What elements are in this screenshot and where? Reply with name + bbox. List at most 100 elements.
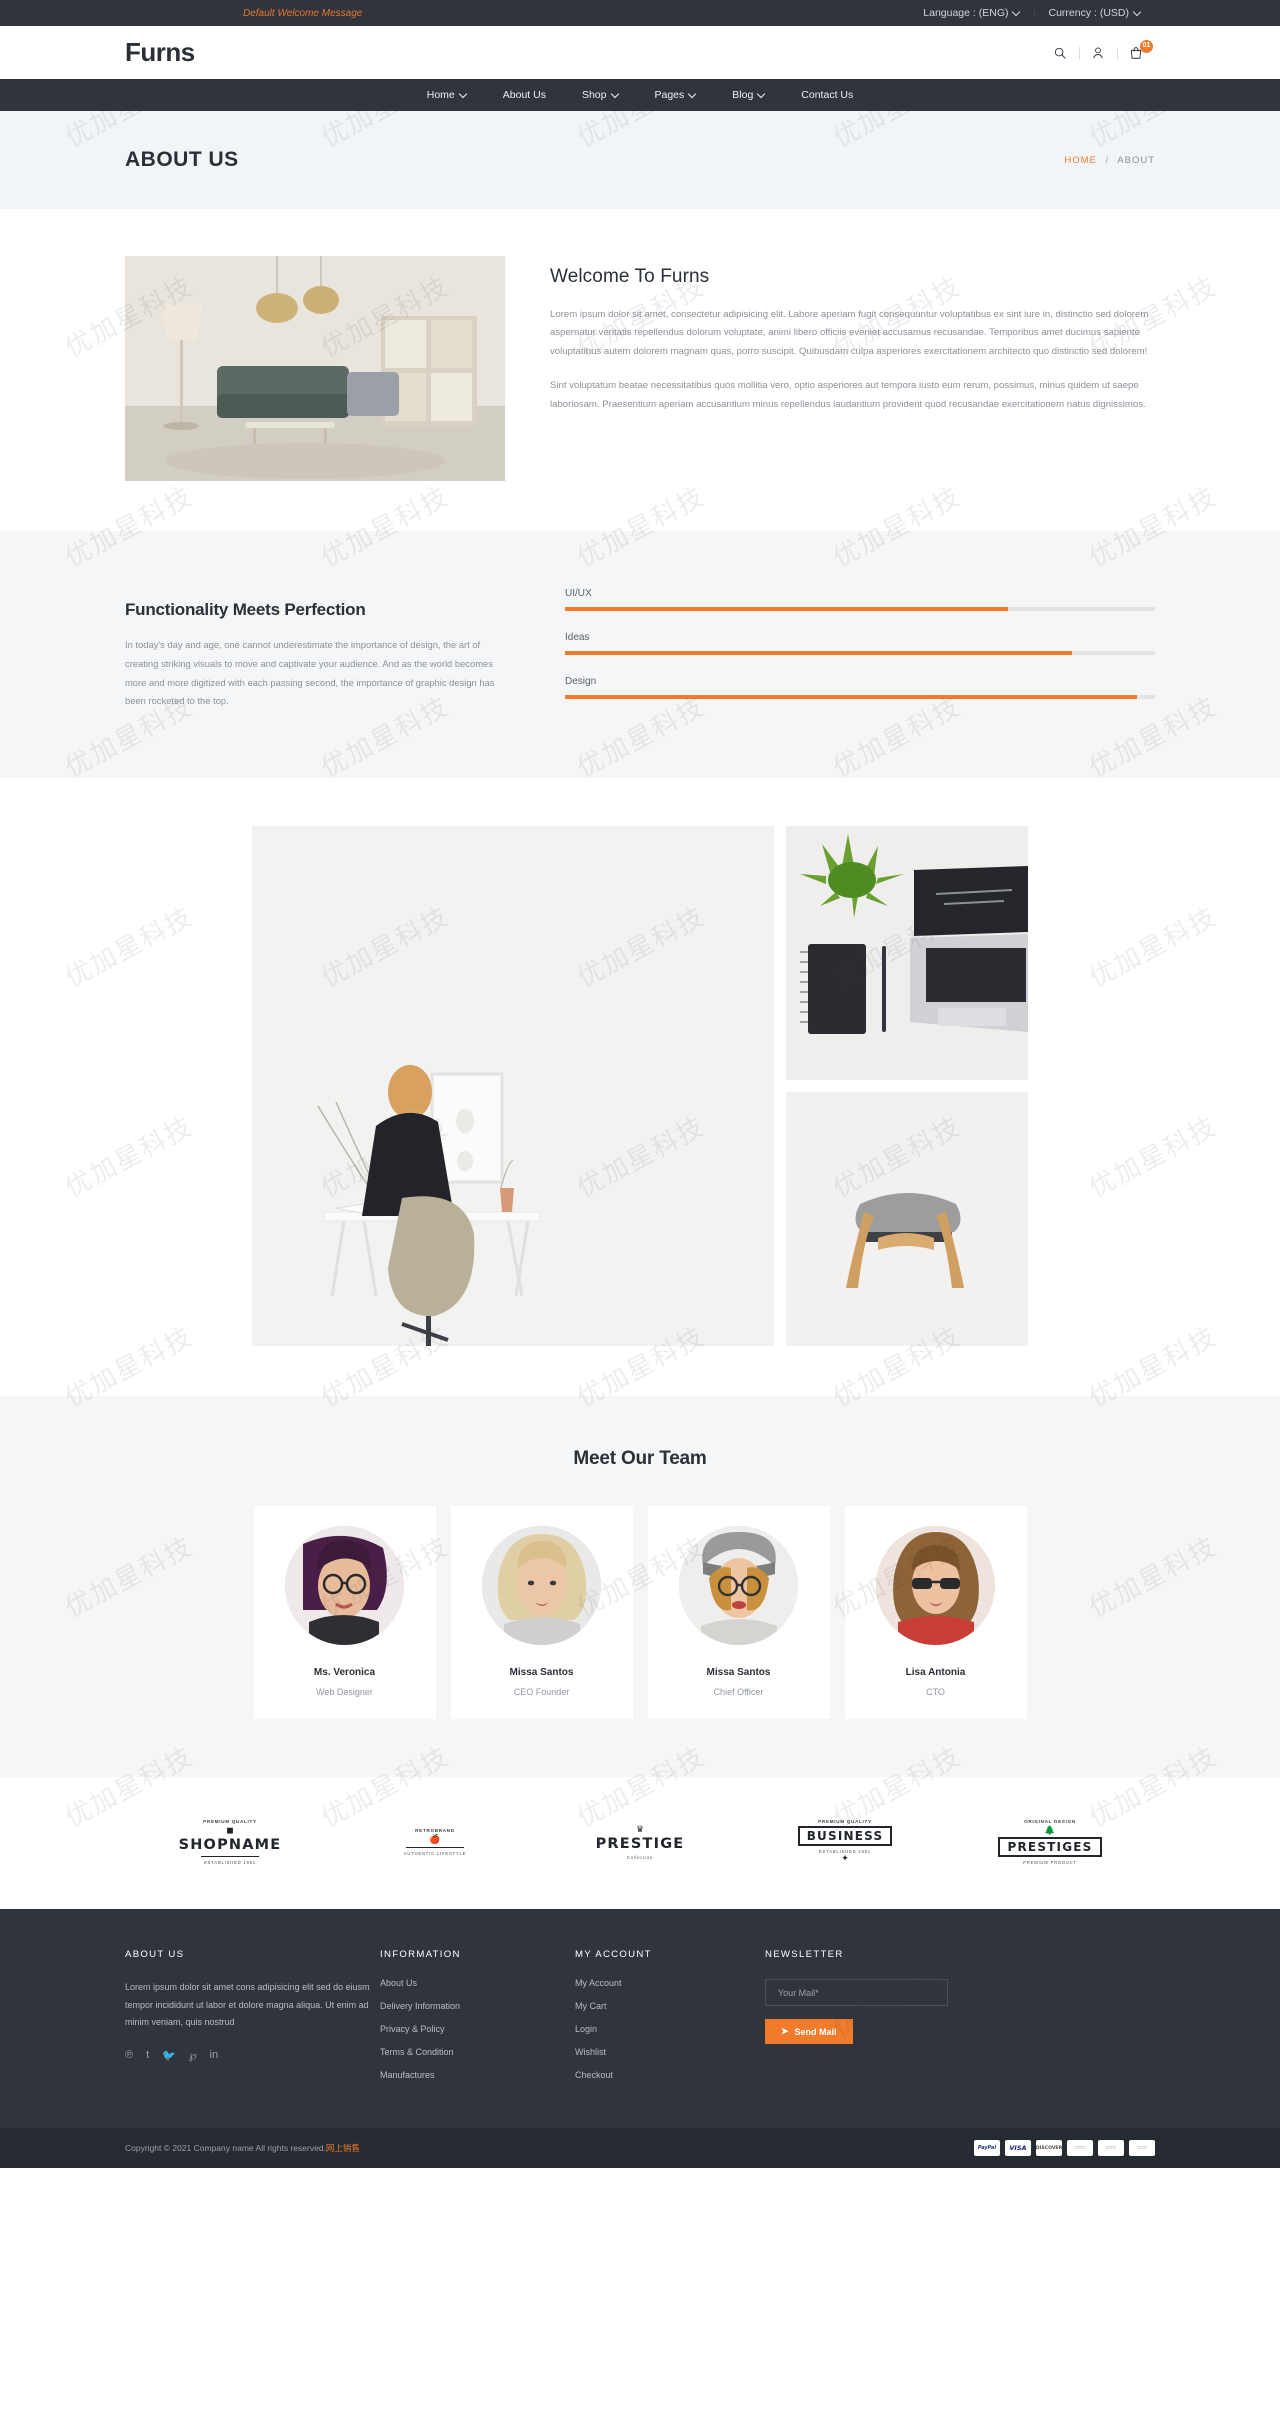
gallery-image-large[interactable] (252, 826, 774, 1346)
skill-track (565, 695, 1155, 699)
team-member-name: Lisa Antonia (905, 1667, 966, 1678)
copyright-bar: Copyright © 2021 Company name All rights… (0, 2128, 1280, 2168)
nav-label: Pages (654, 89, 685, 101)
nav-item-about-us[interactable]: About Us (485, 89, 564, 101)
breadcrumb: HOME / ABOUT (1064, 155, 1155, 166)
skill-fill (565, 695, 1138, 699)
welcome-section: Welcome To Furns Lorem ipsum dolor sit a… (0, 209, 1280, 531)
avatar (679, 1526, 798, 1645)
team-card[interactable]: Ms. Veronica Web Designer (253, 1506, 436, 1719)
currency-label: Currency : (USD) (1048, 7, 1129, 19)
brand-logo-shopname[interactable]: PREMIUM QUALITY ◼ SHOPNAME ESTABLISHED 1… (165, 1819, 295, 1865)
top-bar: Default Welcome Message Language : (ENG)… (0, 0, 1280, 26)
welcome-text-block: Welcome To Furns Lorem ipsum dolor sit a… (550, 256, 1155, 430)
paper-plane-icon: ➤ (781, 2026, 789, 2036)
linkedin-icon[interactable]: in (210, 2049, 219, 2062)
footer-link-manufactures[interactable]: Manufactures (380, 2071, 575, 2080)
social-links: ℗ t 🐦 ℘ in (125, 2049, 380, 2062)
cart-icon[interactable]: 01 (1117, 39, 1155, 60)
chevron-down-icon (460, 91, 467, 98)
skills-text-block: Functionality Meets Perfection In today'… (125, 586, 505, 720)
brand-top-text: RETROBRAND (415, 1828, 455, 1833)
payment-methods: PayPal VISA DISCOVER ▭▭ ▭▭ ▭▭ (974, 2140, 1155, 2156)
tumblr-icon[interactable]: t (146, 2049, 149, 2062)
nav-label: Home (426, 89, 455, 101)
brand-sub-text: PREMIUM PRODUCT (1023, 1860, 1077, 1865)
brand-name: SHOPNAME (178, 1837, 282, 1853)
nav-item-contact-us[interactable]: Contact Us (783, 89, 871, 101)
main-navigation: Home About Us Shop Pages Blog Contact Us (0, 79, 1280, 111)
language-selector[interactable]: Language : (ENG) (909, 7, 1034, 19)
brand-logo-prestiges[interactable]: ORIGINAL DESIGN 🌲 PRESTIGES PREMIUM PROD… (985, 1819, 1115, 1865)
skill-item-ideas: Ideas (565, 632, 1155, 655)
footer-link-login[interactable]: Login (575, 2025, 765, 2034)
brand-top-text: PREMIUM QUALITY (203, 1819, 257, 1824)
avatar (285, 1526, 404, 1645)
skill-item-uiux: UI/UX (565, 588, 1155, 611)
chevron-down-icon (689, 91, 696, 98)
brand-sub-text: AUTHENTIC LIFESTYLE (403, 1851, 467, 1856)
welcome-image (125, 256, 505, 481)
paypal-icon: PayPal (974, 2140, 1000, 2156)
gallery-image-desk-flatlay[interactable] (786, 826, 1028, 1080)
footer-link-my-account[interactable]: My Account (575, 1979, 765, 1988)
footer-column-information: INFORMATION About Us Delivery Informatio… (380, 1949, 575, 2094)
gallery-column-right (786, 826, 1028, 1346)
gallery-image-stool[interactable] (786, 1092, 1028, 1346)
nav-item-shop[interactable]: Shop (564, 89, 637, 101)
skill-bars: UI/UX Ideas Design (565, 586, 1155, 720)
currency-selector[interactable]: Currency : (USD) (1034, 7, 1155, 19)
nav-item-home[interactable]: Home (409, 89, 485, 101)
chevron-down-icon (1134, 9, 1141, 16)
site-footer: ABOUT US Lorem ipsum dolor sit amet cons… (0, 1909, 1280, 2128)
footer-link-terms-condition[interactable]: Terms & Condition (380, 2048, 575, 2057)
newsletter-email-input[interactable] (765, 1979, 948, 2006)
behance-icon[interactable]: ℗ (125, 2049, 133, 2062)
team-card[interactable]: Missa Santos CEO Founder (450, 1506, 633, 1719)
footer-link-privacy-policy[interactable]: Privacy & Policy (380, 2025, 575, 2034)
brand-logo-retrobrand[interactable]: RETROBRAND 🍎 AUTHENTIC LIFESTYLE (370, 1828, 500, 1856)
gallery-section (0, 778, 1280, 1396)
footer-heading-about: ABOUT US (125, 1949, 185, 1960)
footer-link-wishlist[interactable]: Wishlist (575, 2048, 765, 2057)
brand-logo-business[interactable]: PREMIUM QUALITY BUSINESS ESTABLISHED 199… (780, 1819, 910, 1865)
crown-icon: ♛ (635, 1823, 645, 1834)
footer-column-about: ABOUT US Lorem ipsum dolor sit amet cons… (125, 1949, 380, 2094)
search-icon[interactable] (1041, 46, 1079, 60)
brand-logo-prestige[interactable]: ♛ PRESTIGE Collection (575, 1823, 705, 1860)
footer-link-delivery-information[interactable]: Delivery Information (380, 2002, 575, 2011)
pinterest-icon[interactable]: ℘ (189, 2049, 197, 2062)
footer-link-about-us[interactable]: About Us (380, 1979, 575, 1988)
page-banner: ABOUT US HOME / ABOUT (0, 111, 1280, 209)
nav-label: Contact Us (801, 89, 854, 101)
brand-mark-icon: 🍎 (429, 1834, 441, 1844)
footer-link-my-cart[interactable]: My Cart (575, 2002, 765, 2011)
brand-name: PRESTIGE (595, 1835, 685, 1852)
team-card[interactable]: Lisa Antonia CTO (844, 1506, 1027, 1719)
nav-item-blog[interactable]: Blog (714, 89, 783, 101)
user-icon[interactable] (1079, 46, 1117, 60)
footer-link-checkout[interactable]: Checkout (575, 2071, 765, 2080)
skill-fill (565, 607, 1008, 611)
chevron-down-icon (758, 91, 765, 98)
nav-item-pages[interactable]: Pages (637, 89, 715, 101)
brand-name: PRESTIGES (998, 1837, 1102, 1857)
card-icon: ▭▭ (1067, 2140, 1093, 2156)
team-member-role: Chief Officer (713, 1687, 764, 1697)
nav-label: Blog (732, 89, 754, 101)
chevron-down-icon (612, 91, 619, 98)
card-icon: ▭▭ (1129, 2140, 1155, 2156)
header-icon-group: 01 (1041, 39, 1155, 60)
cart-count-badge: 01 (1140, 39, 1153, 53)
copyright-text: Copyright © 2021 Company name All rights… (125, 2142, 360, 2154)
team-card[interactable]: Missa Santos Chief Officer (647, 1506, 830, 1719)
footer-column-newsletter: NEWSLETTER ➤ Send Mail (765, 1949, 975, 2094)
site-logo[interactable]: Furns (125, 37, 195, 68)
welcome-message: Default Welcome Message (243, 7, 363, 19)
discover-icon: DISCOVER (1036, 2140, 1062, 2156)
send-mail-button[interactable]: ➤ Send Mail (765, 2019, 853, 2044)
twitter-icon[interactable]: 🐦 (162, 2049, 176, 2062)
breadcrumb-home-link[interactable]: HOME (1064, 155, 1097, 166)
about-us-page: 优加星科技 优加星科技 优加星科技 优加星科技 优加星科技 优加星科技 优加星科… (0, 0, 1280, 2168)
footer-heading-my-account: MY ACCOUNT (575, 1949, 652, 1960)
